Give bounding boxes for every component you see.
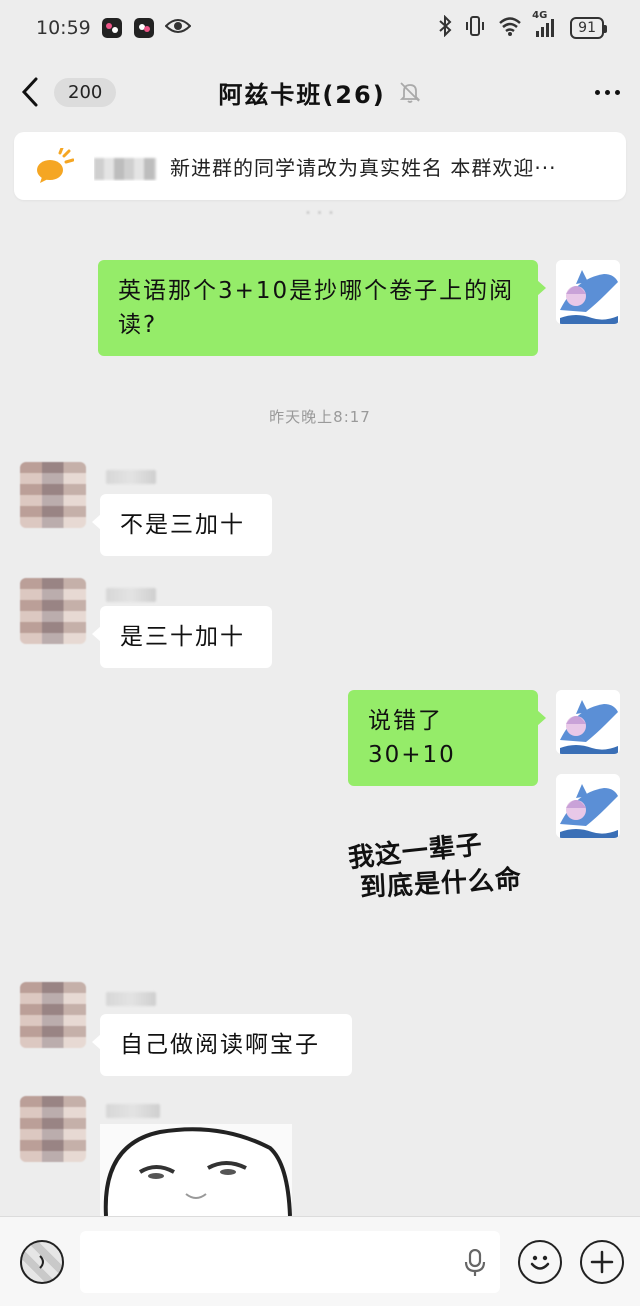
- message-bubble-other[interactable]: 自己做阅读啊宝子: [92, 1014, 352, 1076]
- sticker-message-other[interactable]: [100, 1124, 292, 1216]
- voice-input-button[interactable]: [20, 1239, 64, 1284]
- timestamp-partial: · · ·: [305, 204, 335, 218]
- signal-icon: 4G: [532, 10, 558, 38]
- status-bar: 10:59 4G 91: [0, 0, 640, 56]
- avatar-me[interactable]: [556, 690, 620, 754]
- plus-icon: [590, 1250, 614, 1273]
- microphone-icon[interactable]: [464, 1248, 486, 1277]
- back-button[interactable]: [20, 72, 52, 112]
- emoji-button[interactable]: [518, 1239, 562, 1284]
- chat-header: 200 阿兹卡班(26): [0, 56, 640, 128]
- bluetooth-icon: [438, 14, 452, 42]
- message-bubble-me[interactable]: 说错了30+10: [348, 690, 546, 786]
- message-input[interactable]: [80, 1230, 500, 1293]
- muted-bell-icon: [399, 82, 420, 103]
- avatar-other[interactable]: [20, 578, 86, 644]
- group-announcement-banner[interactable]: 新进群的同学请改为真实姓名 本群欢迎···: [14, 132, 626, 200]
- app-notification-icon: [101, 17, 123, 39]
- shark-avatar-icon: [556, 690, 620, 754]
- sender-name-blurred: [106, 470, 156, 484]
- battery-indicator: 91: [570, 17, 607, 39]
- eye-icon: [164, 17, 192, 40]
- avatar-me[interactable]: [556, 260, 620, 324]
- sender-name-blurred: [106, 1104, 160, 1118]
- network-type: 4G: [532, 10, 548, 21]
- smiley-icon: [530, 1255, 550, 1270]
- chat-input-bar: [0, 1216, 640, 1306]
- announcement-text-wrap: 新进群的同学请改为真实姓名 本群欢迎···: [94, 152, 556, 181]
- more-actions-button[interactable]: [580, 1239, 624, 1284]
- timestamp: 昨天晚上8:17: [269, 408, 371, 426]
- sticker-message-me[interactable]: 我这一辈子 到底是什么命: [340, 830, 550, 910]
- avatar-me[interactable]: [556, 774, 620, 838]
- sender-name-blurred: [106, 992, 156, 1006]
- sticker-text-line2: 到底是什么命: [359, 864, 523, 904]
- blurred-sender: [94, 158, 156, 180]
- shark-avatar-icon: [556, 774, 620, 838]
- face-sticker-image: [100, 1124, 292, 1216]
- announcement-text: 新进群的同学请改为真实姓名 本群欢迎···: [170, 155, 557, 180]
- avatar-other[interactable]: [20, 1096, 86, 1162]
- vibrate-icon: [464, 15, 486, 42]
- message-bubble-other[interactable]: 是三十加十: [92, 606, 272, 668]
- chevron-left-icon: [21, 77, 38, 107]
- shark-avatar-icon: [556, 260, 620, 324]
- message-bubble-other[interactable]: 不是三加十: [92, 494, 272, 556]
- announcement-icon: [37, 148, 74, 183]
- more-options-button[interactable]: [595, 89, 620, 95]
- wifi-icon: [498, 16, 522, 41]
- avatar-other[interactable]: [20, 462, 86, 528]
- voice-icon: [39, 1254, 44, 1269]
- chat-title: 阿兹卡班(26): [218, 80, 386, 109]
- unread-count-badge[interactable]: 200: [54, 77, 117, 107]
- avatar-other[interactable]: [20, 982, 86, 1048]
- app-notification-icon: [133, 17, 155, 39]
- sender-name-blurred: [106, 588, 156, 602]
- status-time: 10:59: [36, 17, 91, 39]
- message-bubble-me[interactable]: 英语那个3+10是抄哪个卷子上的阅读?: [98, 260, 546, 356]
